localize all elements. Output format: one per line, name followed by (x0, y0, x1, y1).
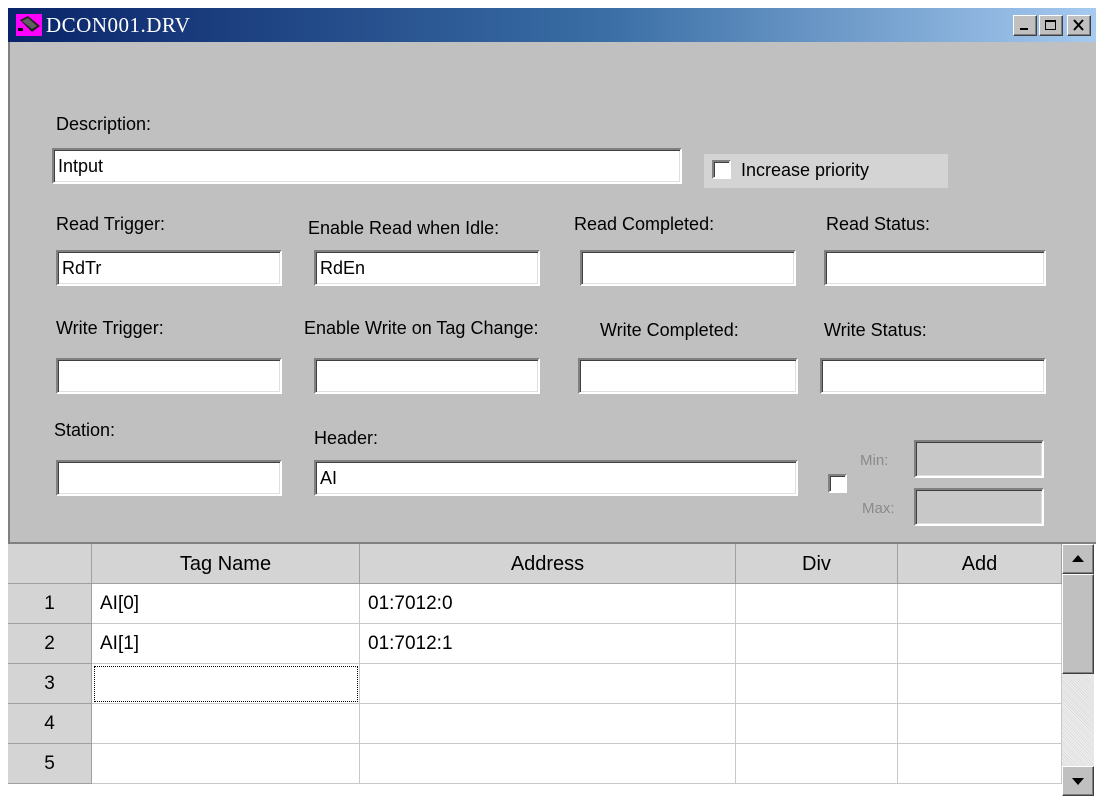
column-header-tag-name[interactable]: Tag Name (92, 544, 360, 584)
tag-name-cell[interactable] (92, 744, 360, 784)
add-cell[interactable] (898, 624, 1062, 664)
enable-read-field[interactable]: RdEn (314, 250, 540, 286)
description-label: Description: (56, 114, 152, 134)
scroll-thumb[interactable] (1062, 574, 1094, 674)
grid-corner-cell[interactable] (8, 544, 92, 584)
row-number[interactable]: 1 (8, 584, 92, 624)
row-number[interactable]: 2 (8, 624, 92, 664)
read-completed-label: Read Completed: (574, 214, 715, 234)
station-label: Station: (54, 420, 116, 440)
read-completed-field[interactable] (580, 250, 796, 286)
arrow-up-icon (1072, 555, 1084, 562)
write-completed-field[interactable] (578, 358, 798, 394)
add-cell[interactable] (898, 664, 1062, 704)
scroll-down-button[interactable] (1062, 766, 1094, 796)
min-max-checkbox[interactable] (828, 474, 847, 493)
increase-priority-label: Increase priority (741, 160, 870, 180)
tag-name-cell-focused[interactable] (92, 664, 360, 704)
maximize-icon (1045, 20, 1056, 30)
window-title: DCON001.DRV (46, 13, 191, 37)
station-field[interactable] (56, 460, 282, 496)
minimize-icon (1020, 28, 1028, 30)
row-number[interactable]: 4 (8, 704, 92, 744)
column-header-div[interactable]: Div (736, 544, 898, 584)
address-cell[interactable] (360, 704, 736, 744)
div-cell[interactable] (736, 664, 898, 704)
vertical-scrollbar[interactable] (1062, 544, 1094, 796)
row-number[interactable]: 3 (8, 664, 92, 704)
driver-app-icon[interactable] (16, 14, 42, 36)
maximize-button[interactable] (1039, 15, 1063, 36)
address-cell[interactable]: 01:7012:0 (360, 584, 736, 624)
header-field[interactable]: AI (314, 460, 798, 496)
close-button[interactable] (1067, 15, 1091, 36)
write-status-label: Write Status: (824, 320, 927, 340)
scroll-up-button[interactable] (1062, 544, 1094, 574)
min-field[interactable] (914, 440, 1044, 478)
write-status-field[interactable] (820, 358, 1046, 394)
description-field[interactable]: Intput (52, 148, 682, 184)
enable-write-label: Enable Write on Tag Change: (304, 318, 539, 338)
max-field[interactable] (914, 488, 1044, 526)
enable-write-field[interactable] (314, 358, 540, 394)
div-cell[interactable] (736, 584, 898, 624)
address-cell[interactable] (360, 664, 736, 704)
add-cell[interactable] (898, 704, 1062, 744)
increase-priority-checkbox[interactable] (712, 160, 731, 179)
add-cell[interactable] (898, 584, 1062, 624)
driver-window: DCON001.DRV Description: Intput Increase… (8, 8, 1096, 796)
close-icon (1073, 19, 1084, 31)
minimize-button[interactable] (1013, 15, 1037, 36)
write-trigger-label: Write Trigger: (56, 318, 164, 338)
tag-grid[interactable]: Tag Name Address Div Add 1 AI[0] 01:7012… (8, 542, 1096, 796)
read-trigger-label: Read Trigger: (56, 214, 166, 234)
row-number[interactable]: 5 (8, 744, 92, 784)
div-cell[interactable] (736, 744, 898, 784)
read-trigger-field[interactable]: RdTr (56, 250, 282, 286)
read-status-field[interactable] (824, 250, 1046, 286)
write-completed-label: Write Completed: (600, 320, 739, 340)
add-cell[interactable] (898, 744, 1062, 784)
arrow-down-icon (1072, 778, 1084, 785)
driver-form: Description: Intput Increase priority Re… (8, 42, 1096, 542)
div-cell[interactable] (736, 624, 898, 664)
column-header-address[interactable]: Address (360, 544, 736, 584)
tag-name-cell[interactable]: AI[0] (92, 584, 360, 624)
enable-read-label: Enable Read when Idle: (308, 218, 500, 238)
tag-name-cell[interactable]: AI[1] (92, 624, 360, 664)
header-label: Header: (314, 428, 379, 448)
read-status-label: Read Status: (826, 214, 931, 234)
address-cell[interactable] (360, 744, 736, 784)
title-bar[interactable]: DCON001.DRV (8, 8, 1096, 42)
write-trigger-field[interactable] (56, 358, 282, 394)
max-label: Max: (862, 500, 895, 517)
column-header-add[interactable]: Add (898, 544, 1062, 584)
tag-name-cell[interactable] (92, 704, 360, 744)
min-label: Min: (860, 452, 889, 469)
address-cell[interactable]: 01:7012:1 (360, 624, 736, 664)
div-cell[interactable] (736, 704, 898, 744)
